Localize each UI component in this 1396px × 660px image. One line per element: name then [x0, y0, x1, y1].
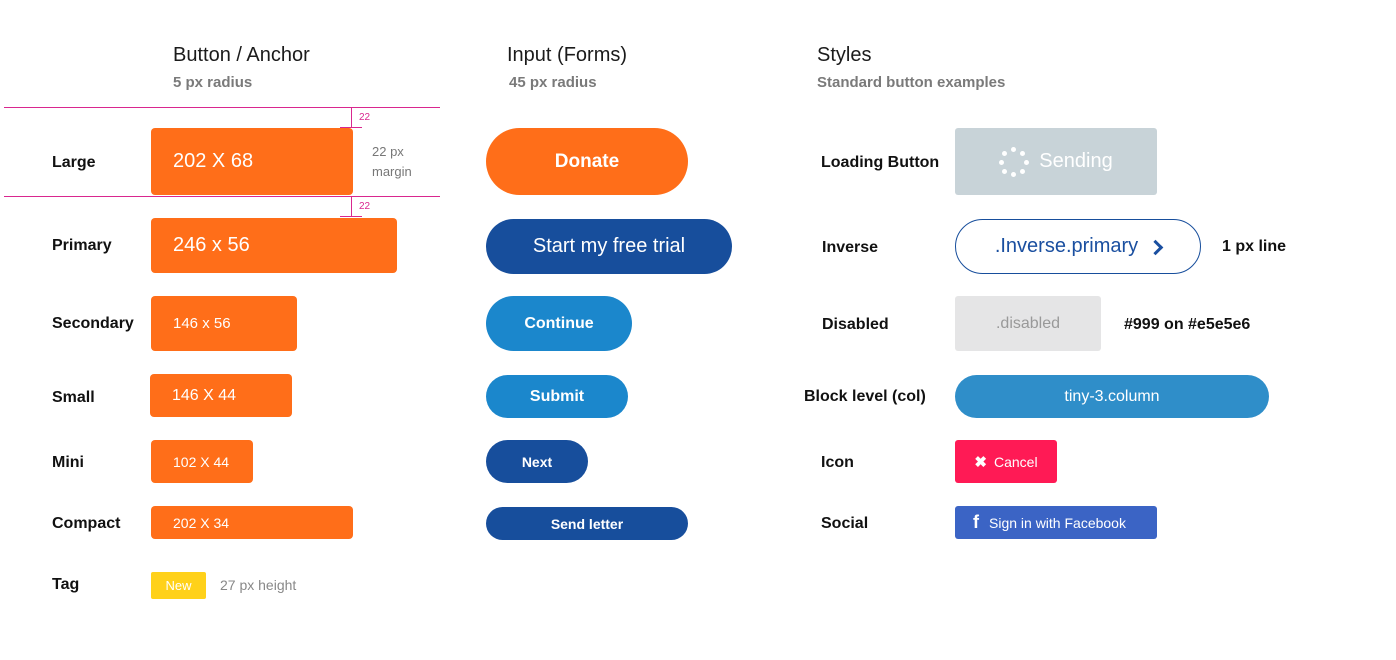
secondary-button[interactable]: 146 x 56: [151, 296, 297, 351]
compact-button[interactable]: 202 X 34: [151, 506, 353, 539]
disabled-note: #999 on #e5e5e6: [1124, 316, 1251, 333]
input-column-title: Input (Forms): [507, 44, 628, 66]
continue-button[interactable]: Continue: [486, 296, 632, 351]
loading-button-label: Sending: [1039, 150, 1113, 172]
margin-guide-bottom: [4, 196, 440, 197]
cancel-button-label: Cancel: [993, 453, 1038, 470]
mini-button[interactable]: 102 X 44: [151, 440, 253, 483]
row-label-mini: Mini: [52, 454, 84, 471]
margin-top-value: 22: [359, 112, 371, 123]
style-label-social: Social: [821, 515, 869, 532]
loading-button[interactable]: Sending: [955, 128, 1157, 195]
style-label-loading: Loading Button: [821, 154, 940, 171]
spinner-icon: [999, 146, 1030, 177]
disabled-button: .disabled: [955, 296, 1101, 351]
donate-button[interactable]: Donate: [486, 128, 688, 195]
style-label-icon: Icon: [821, 454, 854, 471]
input-column-subtitle: 45 px radius: [509, 74, 597, 91]
row-label-tag: Tag: [52, 576, 80, 593]
margin-bottom-value: 22: [359, 201, 371, 212]
start-trial-button[interactable]: Start my free trial: [486, 219, 732, 274]
styles-column-title: Styles: [817, 44, 872, 66]
inverse-primary-button[interactable]: .Inverse.primary: [955, 219, 1201, 274]
block-level-button[interactable]: tiny-3.column: [955, 375, 1269, 418]
row-label-small: Small: [52, 389, 95, 406]
margin-marker-bottom: [351, 197, 352, 217]
facebook-signin-button[interactable]: f Sign in with Facebook: [955, 506, 1157, 539]
margin-guide-top: [4, 107, 440, 108]
margin-note-line2: margin: [372, 164, 412, 179]
row-label-large: Large: [52, 154, 96, 171]
next-button[interactable]: Next: [486, 440, 588, 483]
new-tag: New: [151, 572, 206, 599]
tag-height-note: 27 px height: [220, 577, 297, 593]
style-label-inverse: Inverse: [822, 239, 879, 256]
close-icon: ✖: [974, 453, 987, 471]
styles-column-subtitle: Standard button examples: [817, 74, 1006, 91]
row-label-compact: Compact: [52, 515, 121, 532]
style-label-block: Block level (col): [804, 388, 926, 405]
margin-note-line1: 22 px: [372, 144, 404, 159]
facebook-icon: f: [973, 512, 979, 532]
margin-marker-top: [351, 107, 352, 128]
inverse-note: 1 px line: [1222, 238, 1287, 255]
margin-marker-bottom-cap: [340, 216, 362, 217]
primary-button[interactable]: 246 x 56: [151, 218, 397, 273]
small-button[interactable]: 146 X 44: [150, 374, 292, 417]
inverse-button-label: .Inverse.primary: [994, 235, 1139, 257]
facebook-button-label: Sign in with Facebook: [989, 514, 1126, 531]
style-label-disabled: Disabled: [822, 316, 889, 333]
send-letter-button[interactable]: Send letter: [486, 507, 688, 540]
button-column-title: Button / Anchor: [173, 44, 310, 66]
button-column-subtitle: 5 px radius: [173, 74, 253, 91]
row-label-secondary: Secondary: [52, 315, 134, 332]
cancel-button[interactable]: ✖ Cancel: [955, 440, 1057, 483]
submit-button[interactable]: Submit: [486, 375, 628, 418]
chevron-right-icon: [1147, 239, 1164, 255]
large-button[interactable]: 202 X 68: [151, 128, 353, 195]
row-label-primary: Primary: [52, 237, 112, 254]
